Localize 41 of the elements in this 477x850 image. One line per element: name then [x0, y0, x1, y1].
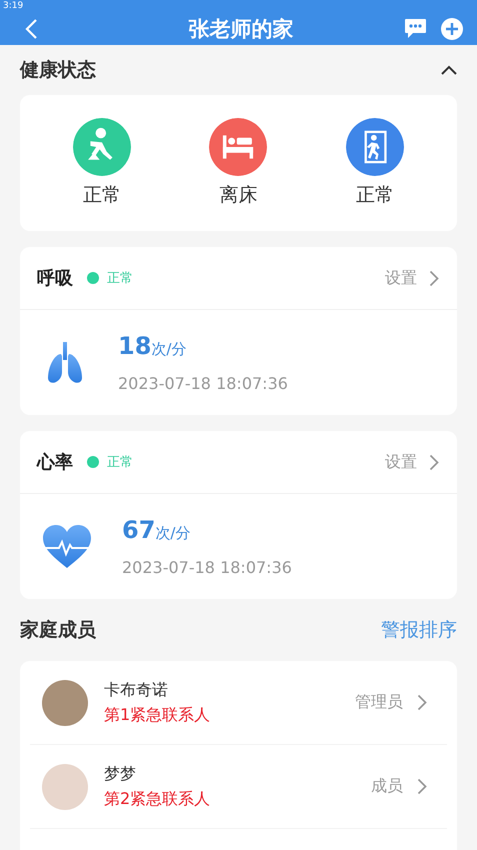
unit-label: 次/分	[155, 524, 190, 542]
metric-name: 呼吸	[37, 267, 73, 290]
timestamp: 2023-07-18 18:07:36	[118, 374, 288, 393]
avatar-photo	[42, 764, 88, 810]
section-title: 家庭成员	[20, 618, 96, 643]
page-title: 张老师的家	[188, 16, 294, 42]
timestamp: 2023-07-18 18:07:36	[122, 558, 292, 577]
chat-icon[interactable]	[404, 18, 427, 39]
metric-name: 心率	[37, 451, 73, 474]
section-title: 健康状态	[20, 58, 96, 83]
metric-value: 67	[122, 516, 156, 544]
emergency-contact-label: 第2紧急联系人	[104, 788, 212, 810]
avatar-photo	[42, 680, 88, 726]
bed-icon[interactable]	[209, 118, 268, 176]
settings-link[interactable]: 设置	[385, 268, 439, 288]
alarm-sort-link[interactable]: 警报排序	[381, 617, 457, 643]
member-row[interactable]: 梦梦 第2紧急联系人 成员	[30, 745, 447, 829]
member-row[interactable]: 卡布奇诺 第1紧急联系人 管理员	[30, 661, 447, 745]
chevron-right-icon	[417, 778, 427, 795]
member-name: 梦梦	[104, 764, 137, 784]
add-icon[interactable]	[441, 18, 463, 40]
member-role: 管理员	[355, 692, 403, 713]
unit-label: 次/分	[151, 340, 186, 358]
status-text: 正常	[107, 270, 134, 287]
status-bar-time: 3:19	[3, 1, 24, 11]
status-text: 正常	[107, 454, 134, 471]
heart-pulse-icon	[42, 524, 92, 570]
collapse-icon[interactable]	[441, 65, 457, 75]
status-label: 正常	[83, 183, 122, 208]
settings-link[interactable]: 设置	[385, 452, 439, 472]
status-label: 离床	[219, 183, 258, 208]
chevron-right-icon	[417, 694, 427, 711]
exit-person-icon[interactable]	[346, 118, 404, 176]
fall-person-icon[interactable]	[73, 118, 132, 176]
member-name: 卡布奇诺	[104, 680, 169, 700]
status-label: 正常	[356, 183, 394, 208]
chevron-right-icon	[429, 270, 439, 286]
metric-value: 18	[118, 332, 152, 360]
member-role: 成员	[371, 776, 403, 797]
emergency-contact-label: 第1紧急联系人	[104, 704, 212, 726]
chevron-right-icon	[429, 454, 439, 470]
